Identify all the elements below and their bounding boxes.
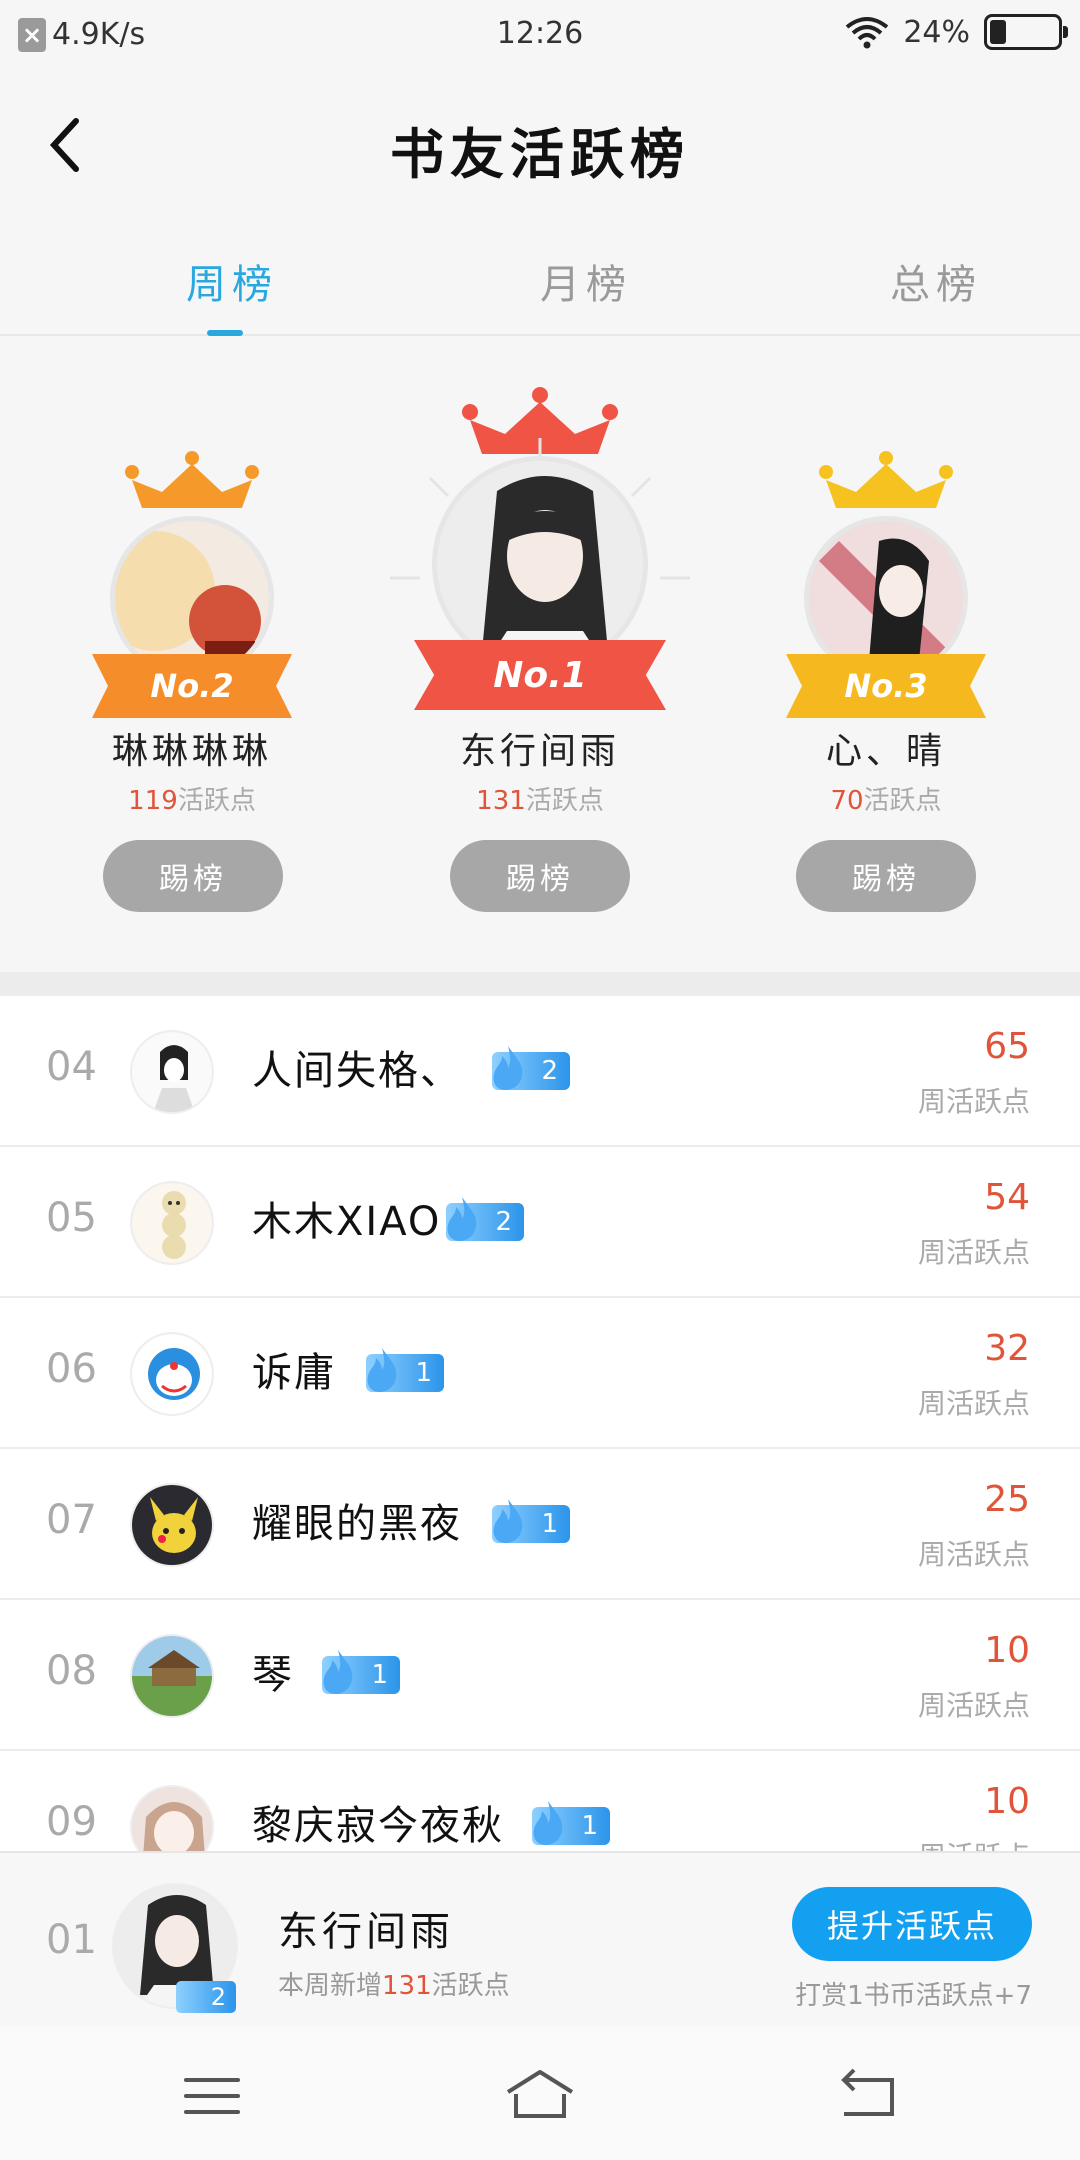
list-item[interactable]: 05 木木XIAO 2 54 周活跃点 — [0, 1147, 1080, 1298]
avatar[interactable] — [130, 1785, 214, 1851]
points-label: 周活跃点 — [917, 1236, 1030, 1269]
user-name[interactable]: 耀眼的黑夜 — [252, 1491, 462, 1549]
boost-points-button[interactable]: 提升活跃点 — [792, 1887, 1032, 1961]
points-label: 周活跃点 — [917, 1387, 1030, 1420]
points-label: 周活跃点 — [917, 1689, 1030, 1722]
level-badge: 1 — [492, 1499, 570, 1543]
user-points: 10 — [984, 1781, 1030, 1822]
flame-icon — [447, 1197, 477, 1241]
podium-name[interactable]: 东行间雨 — [390, 722, 690, 774]
avatar[interactable] — [130, 1181, 214, 1265]
user-points: 65 — [984, 1026, 1030, 1067]
avatar[interactable] — [130, 1332, 214, 1416]
rank-number: 08 — [46, 1648, 97, 1694]
kick-rank-button[interactable]: 踢榜 — [796, 840, 976, 912]
user-points: 32 — [984, 1328, 1030, 1369]
avatar[interactable] — [130, 1483, 214, 1567]
flame-icon — [533, 1801, 563, 1845]
points-label: 周活跃点 — [918, 1835, 1030, 1851]
list-item[interactable]: 09 黎庆寂今夜秋 1 10 周活跃点 — [0, 1751, 1080, 1851]
ranking-list[interactable]: 04 人间失格、 2 65 周活跃点 05 木木XIAO 2 54 周活跃点 0… — [0, 996, 1080, 1851]
page-title: 书友活跃榜 — [390, 123, 690, 186]
level-badge: 1 — [366, 1348, 444, 1392]
flame-icon — [493, 1499, 523, 1543]
flame-icon — [493, 1046, 523, 1090]
user-points: 25 — [984, 1479, 1030, 1520]
my-rank-number: 01 — [46, 1917, 97, 1963]
level-badge: 2 — [492, 1046, 570, 1090]
menu-icon[interactable] — [172, 2066, 252, 2126]
top-three-podium: No.2 琳琳琳琳 119活跃点 踢榜 No.1 东行间雨 131活跃点 踢榜 … — [0, 338, 1080, 970]
kick-rank-button[interactable]: 踢榜 — [103, 840, 283, 912]
rank-badge-no3: No.3 — [786, 654, 986, 718]
my-level-badge: 2 — [176, 1981, 236, 2013]
podium-points: 131活跃点 — [476, 786, 604, 816]
tab-monthly[interactable]: 月榜 — [540, 252, 632, 310]
list-item[interactable]: 07 耀眼的黑夜 1 25 周活跃点 — [0, 1449, 1080, 1600]
podium-points: 70活跃点 — [830, 786, 942, 816]
kick-rank-button[interactable]: 踢榜 — [450, 840, 630, 912]
list-item[interactable]: 04 人间失格、 2 65 周活跃点 — [0, 996, 1080, 1147]
rank-number: 07 — [46, 1497, 97, 1543]
user-name[interactable]: 木木XIAO — [252, 1189, 441, 1247]
points-label: 周活跃点 — [917, 1085, 1030, 1118]
rank-number: 06 — [46, 1346, 97, 1392]
podium-name[interactable]: 琳琳琳琳 — [42, 722, 342, 774]
my-ranking-bar: 01 2 东行间雨 本周新增131活跃点 提升活跃点 打赏1书币活跃点+7 — [0, 1851, 1080, 2026]
flame-icon — [323, 1650, 353, 1694]
rank-number: 09 — [46, 1799, 97, 1845]
level-badge: 1 — [532, 1801, 610, 1845]
rank-number: 04 — [46, 1044, 97, 1090]
tab-indicator — [207, 330, 243, 336]
battery-icon — [984, 14, 1068, 50]
rank-badge-no1: No.1 — [414, 640, 666, 710]
avatar[interactable] — [130, 1030, 214, 1114]
system-nav-bar — [0, 2026, 1080, 2160]
level-badge: 2 — [446, 1197, 524, 1241]
user-points: 54 — [984, 1177, 1030, 1218]
tab-weekly[interactable]: 周榜 — [186, 252, 278, 310]
points-label: 周活跃点 — [917, 1538, 1030, 1571]
tab-total[interactable]: 总榜 — [890, 252, 982, 310]
user-name[interactable]: 黎庆寂今夜秋 — [252, 1793, 504, 1851]
avatar[interactable] — [432, 456, 648, 672]
list-item[interactable]: 08 琴 1 10 周活跃点 — [0, 1600, 1080, 1751]
battery-fill — [990, 20, 1006, 44]
user-name[interactable]: 人间失格、 — [252, 1038, 462, 1096]
rank-badge-no2: No.2 — [92, 654, 292, 718]
crown-icon — [819, 451, 953, 508]
rank-number: 05 — [46, 1195, 97, 1241]
reward-hint: 打赏1书币活跃点+7 — [795, 1981, 1032, 2011]
podium-points: 119活跃点 — [128, 786, 256, 816]
flame-icon — [367, 1348, 397, 1392]
my-weekly-points: 本周新增131活跃点 — [278, 1971, 510, 2001]
battery-percent: 24% — [903, 14, 970, 50]
header: 书友活跃榜 — [0, 70, 1080, 220]
back-nav-icon[interactable] — [826, 2066, 906, 2126]
level-badge: 1 — [322, 1650, 400, 1694]
wifi-icon — [846, 17, 889, 49]
user-name[interactable]: 诉庸 — [252, 1340, 336, 1398]
status-bar: × 4.9K/s 12:26 24% — [0, 0, 1080, 70]
my-name: 东行间雨 — [278, 1909, 454, 1955]
crown-icon — [125, 451, 259, 508]
user-name[interactable]: 琴 — [252, 1642, 294, 1700]
avatar[interactable] — [130, 1634, 214, 1718]
status-right: 24% — [845, 14, 1068, 50]
list-item[interactable]: 06 诉庸 1 32 周活跃点 — [0, 1298, 1080, 1449]
home-icon[interactable] — [500, 2066, 580, 2126]
tab-bar: 周榜 月榜 总榜 — [0, 230, 1080, 336]
user-points: 10 — [984, 1630, 1030, 1671]
podium-name[interactable]: 心、晴 — [736, 722, 1036, 774]
section-divider — [0, 972, 1080, 996]
